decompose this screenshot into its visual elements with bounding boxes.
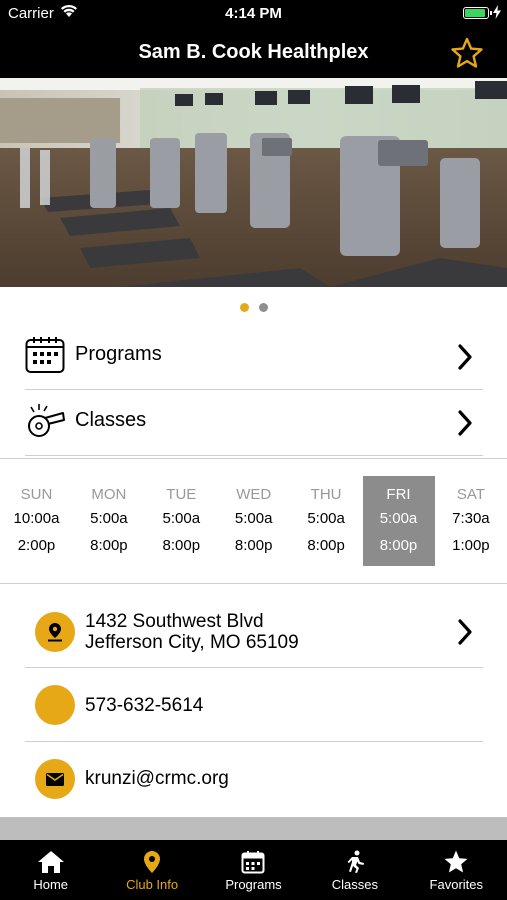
open-time: 5:00a: [307, 510, 345, 527]
gym-photo: [0, 78, 507, 287]
day-column-mon[interactable]: MON 5:00a 8:00p: [73, 476, 145, 566]
chevron-right-icon: [458, 410, 472, 436]
classes-label: Classes: [75, 409, 147, 431]
chevron-right-icon: [458, 344, 472, 370]
open-time: 5:00a: [379, 510, 418, 527]
open-time: 5:00a: [90, 510, 128, 527]
location-icon-badge: [35, 612, 75, 652]
status-bar: Carrier 4:14 PM: [0, 0, 507, 28]
charging-icon: [493, 5, 501, 19]
tab-label: Club Info: [126, 877, 179, 892]
open-time: 5:00a: [162, 510, 201, 527]
email-address[interactable]: krunzi@crmc.org: [85, 768, 229, 789]
tab-label: Classes: [331, 877, 378, 892]
tab-bar: Home Club Info Programs Classes Favorite…: [0, 840, 507, 900]
tab-label: Favorites: [429, 877, 484, 892]
tab-programs[interactable]: Programs: [203, 840, 304, 900]
calendar-icon: [25, 337, 65, 373]
email-row[interactable]: krunzi@crmc.org: [25, 742, 483, 817]
programs-row[interactable]: Programs: [25, 324, 483, 390]
content-bottom-band: [0, 817, 507, 840]
tab-home[interactable]: Home: [0, 840, 101, 900]
close-time: 8:00p: [379, 537, 418, 554]
phone-icon: [35, 685, 75, 725]
day-name: SUN: [20, 486, 53, 503]
battery-icon: [463, 7, 492, 19]
day-column-tue[interactable]: TUE 5:00a 8:00p: [145, 476, 217, 566]
address-row[interactable]: 1432 Southwest Blvd Jefferson City, MO 6…: [25, 598, 483, 668]
address-line-1: 1432 Southwest Blvd: [85, 611, 264, 632]
day-column-fri[interactable]: FRI 5:00a 8:00p: [362, 476, 435, 566]
home-icon: [37, 851, 64, 873]
calendar-icon: [241, 851, 265, 874]
page-dot[interactable]: [258, 303, 268, 312]
day-name: FRI: [386, 486, 411, 503]
favorite-star-icon[interactable]: [451, 37, 483, 69]
running-person-icon: [347, 850, 364, 873]
open-time: 7:30a: [452, 510, 490, 527]
tab-classes[interactable]: Classes: [304, 840, 405, 900]
map-pin-icon: [144, 851, 161, 873]
tab-favorites[interactable]: Favorites: [406, 840, 507, 900]
address-line-2: Jefferson City, MO 65109: [85, 632, 299, 653]
close-time: 8:00p: [234, 537, 273, 554]
day-name: WED: [236, 486, 272, 503]
day-name: TUE: [166, 486, 197, 503]
open-time: 5:00a: [234, 510, 273, 527]
tab-label: Home: [33, 877, 69, 892]
day-name: MON: [91, 486, 127, 503]
programs-label: Programs: [75, 343, 162, 365]
envelope-icon: [46, 773, 64, 786]
day-column-thu[interactable]: THU 5:00a 8:00p: [290, 476, 362, 566]
map-pin-icon: [48, 623, 62, 642]
email-icon-badge: [35, 759, 75, 799]
open-time: 10:00a: [13, 510, 60, 527]
day-column-wed[interactable]: WED 5:00a 8:00p: [218, 476, 290, 566]
day-name: THU: [310, 486, 342, 503]
page-indicator[interactable]: [0, 303, 507, 312]
page-dot-active[interactable]: [239, 303, 249, 312]
tab-label: Programs: [225, 877, 282, 892]
close-time: 8:00p: [162, 537, 201, 554]
day-name: SAT: [456, 486, 485, 503]
close-time: 1:00p: [452, 537, 490, 554]
classes-row[interactable]: Classes: [25, 390, 483, 456]
tab-club-info[interactable]: Club Info: [101, 840, 202, 900]
chevron-right-icon: [458, 619, 472, 645]
day-column-sun[interactable]: SUN 10:00a 2:00p: [1, 476, 73, 566]
star-icon: [444, 850, 468, 873]
navigation-bar: Sam B. Cook Healthplex: [0, 28, 507, 78]
page-title: Sam B. Cook Healthplex: [138, 41, 369, 63]
hours-schedule: SUN 10:00a 2:00p MON 5:00a 8:00p TUE 5:0…: [0, 458, 507, 584]
phone-number[interactable]: 573-632-5614: [85, 695, 203, 716]
close-time: 8:00p: [90, 537, 128, 554]
phone-row[interactable]: 573-632-5614: [25, 668, 483, 742]
close-time: 8:00p: [307, 537, 345, 554]
whistle-icon: [28, 404, 65, 437]
close-time: 2:00p: [17, 537, 56, 554]
hero-image[interactable]: [0, 78, 507, 287]
clock: 4:14 PM: [225, 5, 282, 22]
day-column-sat[interactable]: SAT 7:30a 1:00p: [435, 476, 507, 566]
